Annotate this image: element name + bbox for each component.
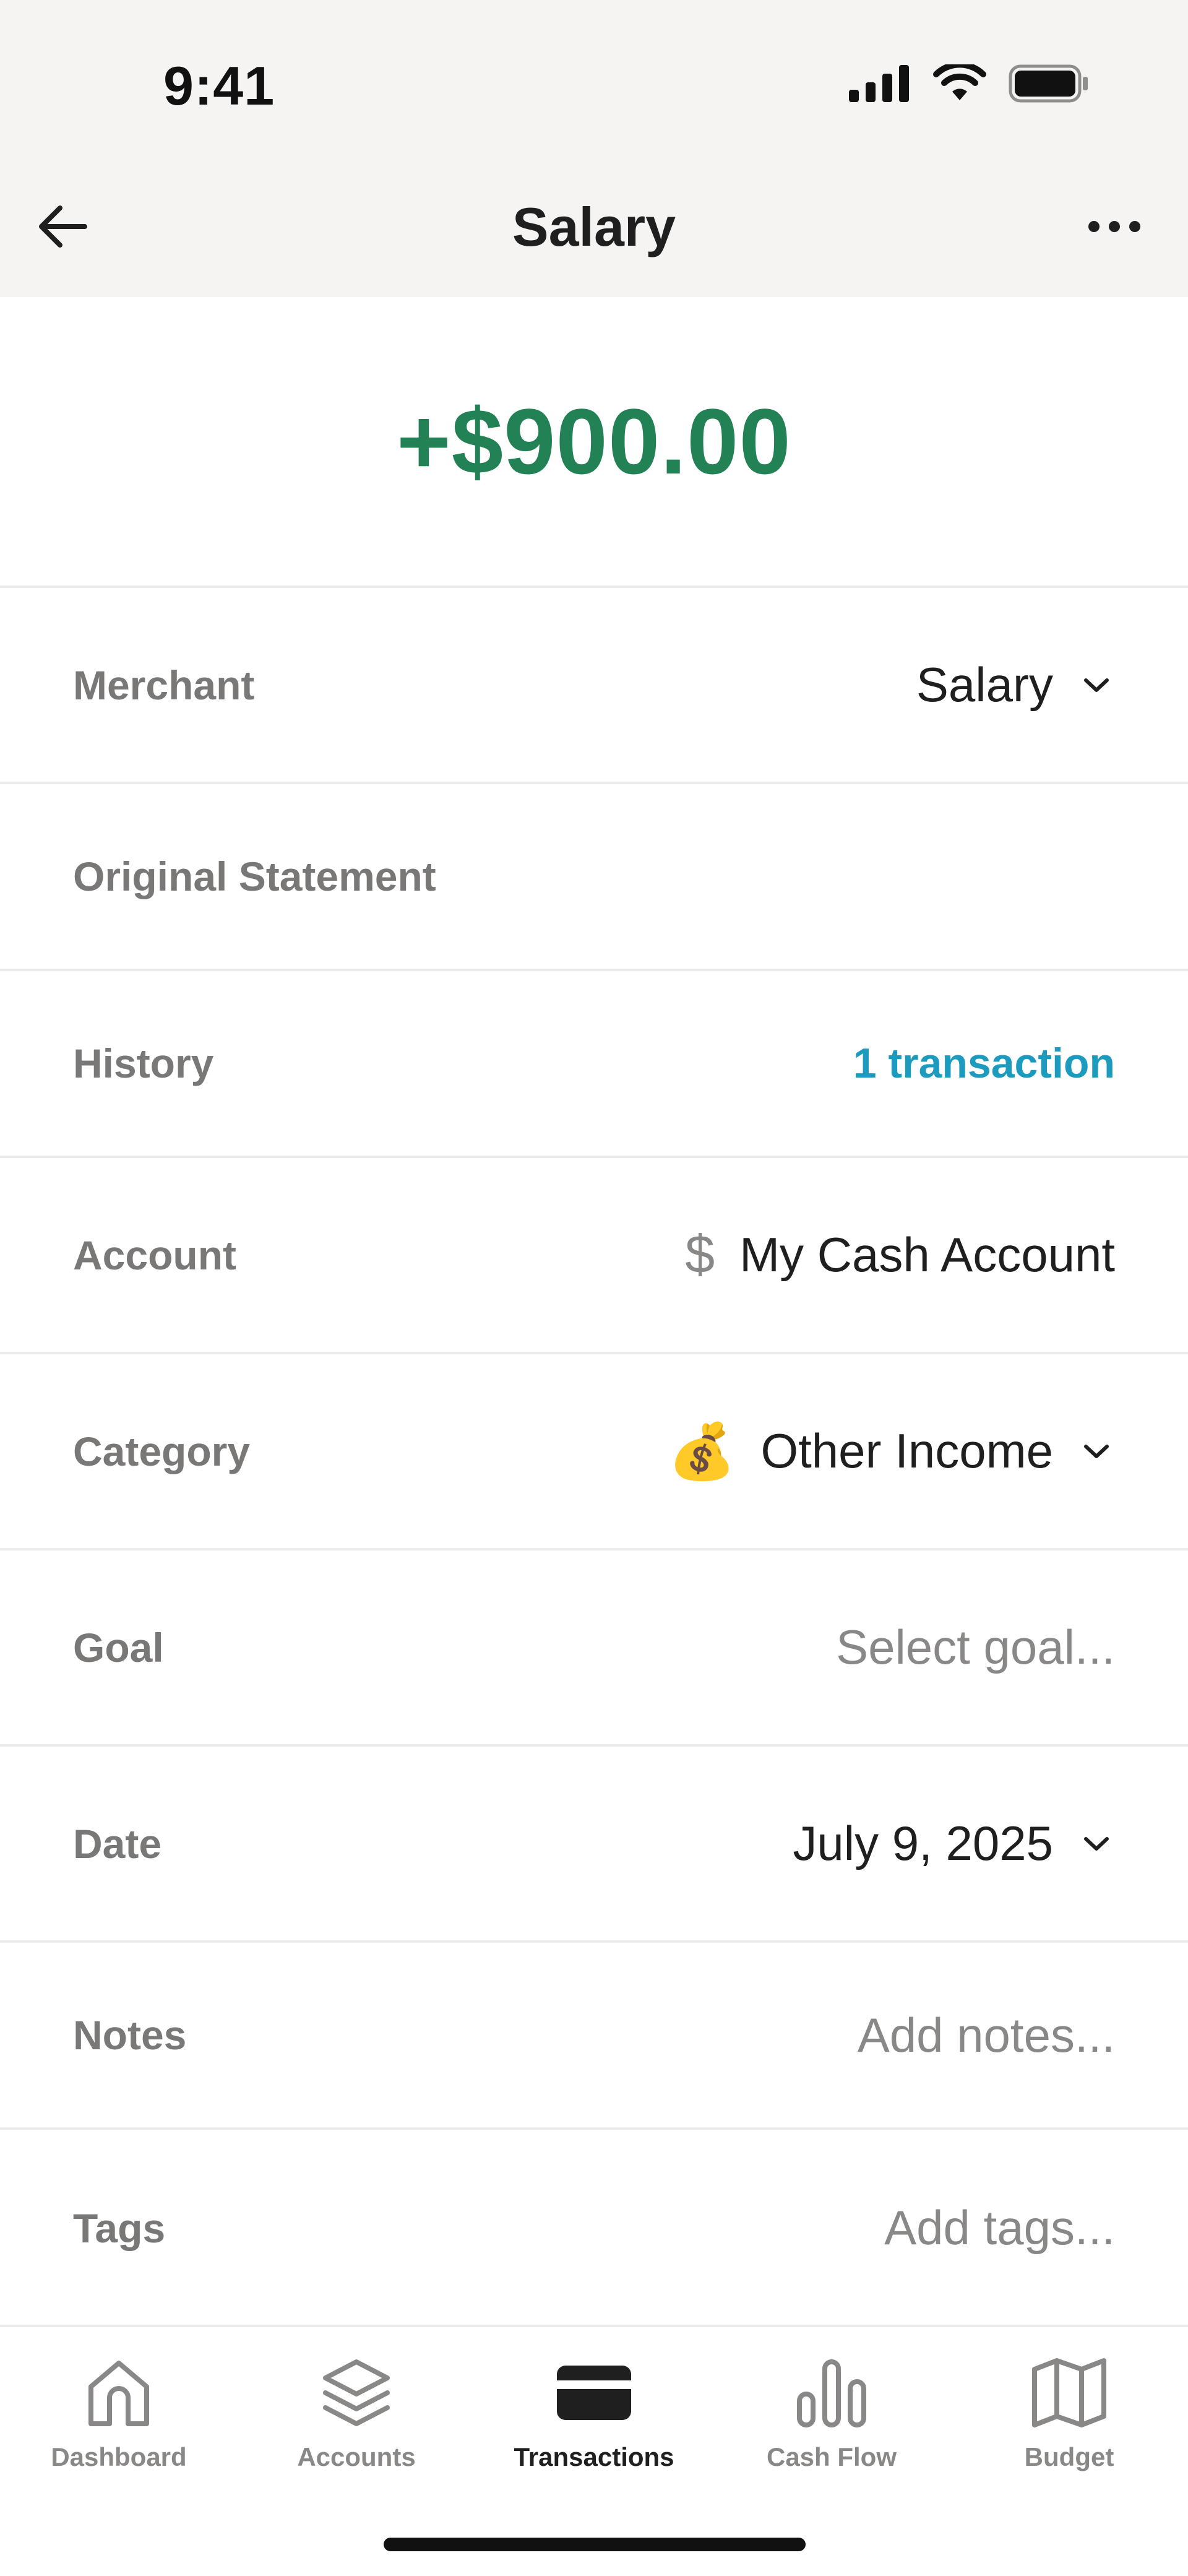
money-bag-icon: 💰 (668, 1420, 736, 1482)
wifi-icon (933, 64, 986, 100)
status-time: 9:41 (163, 55, 275, 116)
goal-select[interactable]: Select goal... (836, 1619, 1115, 1675)
account-label: Account (73, 1232, 236, 1278)
category-row[interactable]: Category 💰 Other Income (0, 1354, 1188, 1550)
tags-input[interactable]: Add tags... (884, 2200, 1115, 2256)
map-icon (1032, 2358, 1106, 2427)
tab-accounts-label: Accounts (297, 2442, 416, 2471)
tab-accounts[interactable]: Accounts (238, 2327, 475, 2494)
tab-cash-flow[interactable]: Cash Flow (713, 2327, 950, 2494)
date-value-container[interactable]: July 9, 2025 (793, 1815, 1115, 1872)
transaction-amount[interactable]: +$900.00 (397, 388, 791, 495)
tags-label: Tags (73, 2205, 166, 2251)
card-icon (557, 2366, 631, 2420)
tab-dashboard[interactable]: Dashboard (0, 2327, 238, 2494)
page-title: Salary (512, 196, 676, 257)
tab-budget-label: Budget (1024, 2442, 1114, 2471)
bar-chart-icon (797, 2359, 866, 2427)
transaction-details: Merchant Salary Original Statement Histo… (0, 588, 1188, 2326)
ellipsis-icon (1088, 221, 1140, 232)
cellular-signal-icon (849, 65, 909, 102)
original-statement-label: Original Statement (73, 854, 436, 899)
goal-row[interactable]: Goal Select goal... (0, 1550, 1188, 1747)
battery-icon (1009, 64, 1088, 103)
arrow-left-icon (39, 205, 87, 248)
more-options-button[interactable] (1080, 196, 1148, 257)
account-value: My Cash Account (739, 1227, 1115, 1282)
notes-label: Notes (73, 2012, 187, 2058)
amount-section: +$900.00 (0, 297, 1188, 588)
home-icon (88, 2361, 149, 2426)
tab-dashboard-label: Dashboard (51, 2442, 187, 2471)
chevron-down-icon (1078, 667, 1115, 704)
layers-icon (323, 2359, 390, 2426)
merchant-row[interactable]: Merchant Salary (0, 588, 1188, 784)
merchant-value: Salary (916, 657, 1053, 712)
tab-transactions-label: Transactions (514, 2442, 674, 2471)
tab-bar: Dashboard Accounts Transactions Cash Flo… (0, 2325, 1188, 2576)
goal-label: Goal (73, 1624, 164, 1671)
category-value: Other Income (760, 1424, 1053, 1478)
chevron-down-icon (1078, 1433, 1115, 1470)
tags-row[interactable]: Tags Add tags... (0, 2130, 1188, 2326)
date-row[interactable]: Date July 9, 2025 (0, 1747, 1188, 1943)
tab-budget[interactable]: Budget (950, 2327, 1188, 2494)
date-label: Date (73, 1820, 162, 1867)
notes-input[interactable]: Add notes... (858, 2007, 1115, 2064)
category-value-container[interactable]: 💰 Other Income (668, 1423, 1115, 1479)
history-row[interactable]: History 1 transaction (0, 971, 1188, 1158)
status-bar: 9:41 (0, 0, 1188, 167)
category-label: Category (73, 1428, 251, 1474)
account-row[interactable]: Account $ My Cash Account (0, 1158, 1188, 1354)
back-button[interactable] (32, 196, 94, 257)
date-value: July 9, 2025 (793, 1816, 1053, 1870)
account-value-container[interactable]: $ My Cash Account (685, 1224, 1115, 1286)
dollar-sign-icon: $ (685, 1225, 715, 1284)
merchant-label: Merchant (73, 662, 255, 708)
merchant-value-container[interactable]: Salary (916, 657, 1115, 713)
navigation-bar: Salary (0, 167, 1188, 297)
status-icons (849, 64, 1089, 103)
notes-row[interactable]: Notes Add notes... (0, 1943, 1188, 2130)
history-link[interactable]: 1 transaction (853, 1039, 1115, 1087)
tab-transactions[interactable]: Transactions (475, 2327, 713, 2494)
chevron-down-icon (1078, 1825, 1115, 1862)
tab-cash-flow-label: Cash Flow (766, 2442, 897, 2471)
original-statement-row: Original Statement (0, 784, 1188, 971)
history-label: History (73, 1040, 214, 1086)
home-indicator[interactable] (384, 2538, 806, 2551)
